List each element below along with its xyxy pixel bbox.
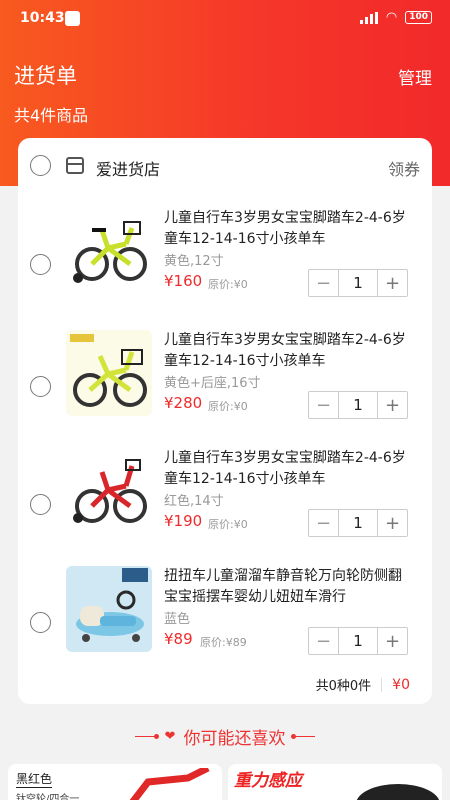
quantity-value[interactable]: 1	[339, 392, 377, 418]
minus-button[interactable]: −	[309, 510, 339, 536]
product-image[interactable]	[66, 208, 152, 294]
product-price: ¥280	[164, 394, 203, 412]
item-select-radio[interactable]	[30, 376, 51, 397]
quantity-stepper: − 1 +	[308, 269, 408, 297]
product-image[interactable]	[66, 566, 152, 652]
summary-total: ¥0	[392, 676, 410, 693]
product-title[interactable]: 儿童自行车3岁男女宝宝脚踏车2-4-6岁童车12-14-16寸小孩单车	[164, 330, 414, 372]
cart-summary: 共0种0件 ¥0	[315, 675, 410, 695]
recommend-header: ❤ 你可能还喜欢	[0, 722, 450, 750]
summary-count: 共0种0件	[315, 679, 372, 694]
item-select-radio[interactable]	[30, 494, 51, 515]
quantity-stepper: − 1 +	[308, 627, 408, 655]
coupon-button[interactable]: 领券	[388, 156, 420, 180]
cart-card: 爱进货店 领券 儿童自行车3岁男女宝宝脚踏车2-4-6岁童车12-14-16寸小…	[18, 138, 432, 704]
status-time: 10:43	[20, 10, 65, 26]
quantity-stepper: − 1 +	[308, 391, 408, 419]
cart-item: 扭扭车儿童溜溜车静音轮万向轮防侧翻宝宝摇摆车婴幼儿妞妞车滑行 蓝色 ¥89 原价…	[18, 566, 432, 684]
signal-icon	[359, 11, 378, 24]
item-select-radio[interactable]	[30, 254, 51, 275]
store-row: 爱进货店 领券	[18, 138, 432, 196]
minus-button[interactable]: −	[309, 628, 339, 654]
recommend-card[interactable]: 重力感应	[228, 764, 442, 800]
product-price: ¥89	[164, 630, 193, 648]
item-count: 共4件商品	[14, 106, 89, 125]
divider-line	[291, 733, 316, 739]
original-price: 原价:¥89	[200, 636, 247, 649]
recommend-brand: 重力感应	[234, 771, 302, 791]
product-title[interactable]: 儿童自行车3岁男女宝宝脚踏车2-4-6岁童车12-14-16寸小孩单车	[164, 448, 414, 490]
recommend-product-image	[129, 768, 210, 800]
cart-item: 儿童自行车3岁男女宝宝脚踏车2-4-6岁童车12-14-16寸小孩单车 红色,1…	[18, 448, 432, 566]
heart-icon: ❤	[164, 728, 176, 744]
product-spec: 黄色+后座,16寸	[164, 376, 261, 391]
page-title: 进货单	[14, 64, 77, 88]
plus-button[interactable]: +	[377, 510, 407, 536]
product-image[interactable]	[66, 448, 152, 534]
manage-button[interactable]: 管理	[398, 64, 432, 89]
recommend-card[interactable]: 黑红色 钛空轮/四合一	[8, 764, 222, 800]
recommend-tag: 黑红色	[16, 772, 53, 788]
product-spec: 蓝色	[164, 612, 191, 627]
product-spec: 红色,14寸	[164, 494, 224, 509]
item-select-radio[interactable]	[30, 612, 51, 633]
divider-line	[134, 733, 159, 739]
product-spec: 黄色,12寸	[164, 254, 224, 269]
status-icons: ◠ 100	[359, 10, 432, 25]
minus-button[interactable]: −	[309, 270, 339, 296]
summary-divider	[381, 677, 383, 692]
cart-item: 儿童自行车3岁男女宝宝脚踏车2-4-6岁童车12-14-16寸小孩单车 黄色,1…	[18, 208, 432, 326]
product-price: ¥190	[164, 512, 203, 530]
quantity-value[interactable]: 1	[339, 270, 377, 296]
product-title[interactable]: 儿童自行车3岁男女宝宝脚踏车2-4-6岁童车12-14-16寸小孩单车	[164, 208, 414, 250]
recommend-subtag: 钛空轮/四合一	[16, 794, 80, 800]
quantity-value[interactable]: 1	[339, 628, 377, 654]
plus-button[interactable]: +	[377, 628, 407, 654]
quantity-stepper: − 1 +	[308, 509, 408, 537]
wifi-icon: ◠	[385, 10, 398, 25]
cart-item: 儿童自行车3岁男女宝宝脚踏车2-4-6岁童车12-14-16寸小孩单车 黄色+后…	[18, 330, 432, 448]
status-bar: 10:43 ◠ 100	[0, 0, 450, 36]
product-title[interactable]: 扭扭车儿童溜溜车静音轮万向轮防侧翻宝宝摇摆车婴幼儿妞妞车滑行	[164, 566, 414, 608]
original-price: 原价:¥0	[208, 278, 248, 291]
original-price: 原价:¥0	[208, 518, 248, 531]
store-icon	[66, 157, 84, 174]
plus-button[interactable]: +	[377, 270, 407, 296]
plus-button[interactable]: +	[377, 392, 407, 418]
recommend-product-image	[356, 784, 440, 800]
product-price: ¥160	[164, 272, 203, 290]
original-price: 原价:¥0	[208, 400, 248, 413]
product-image[interactable]	[66, 330, 152, 416]
store-name[interactable]: 爱进货店	[96, 156, 160, 180]
recommend-title: 你可能还喜欢	[183, 728, 286, 749]
battery-icon: 100	[405, 11, 432, 24]
store-select-radio[interactable]	[30, 155, 51, 176]
app-notification-icon	[65, 11, 80, 26]
quantity-value[interactable]: 1	[339, 510, 377, 536]
minus-button[interactable]: −	[309, 392, 339, 418]
